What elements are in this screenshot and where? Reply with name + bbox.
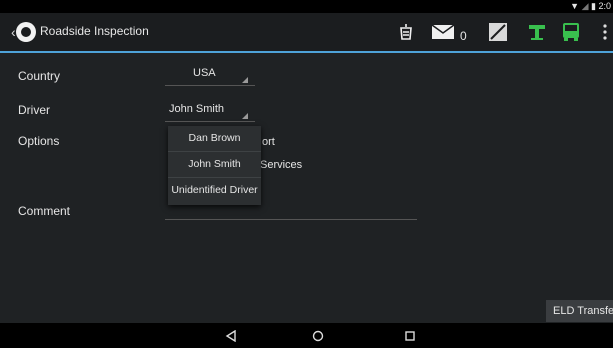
home-circle-icon[interactable] bbox=[306, 323, 330, 348]
driver-spinner[interactable]: John Smith bbox=[165, 99, 255, 122]
dropdown-option[interactable]: Unidentified Driver bbox=[168, 178, 261, 203]
app-bar: ‹ Roadside Inspection 0 bbox=[0, 13, 613, 53]
driver-value: John Smith bbox=[169, 103, 225, 115]
status-bar: ▼ ◢ ▮ 2:0 bbox=[0, 0, 613, 13]
mail-icon[interactable] bbox=[430, 20, 456, 44]
page-title: Roadside Inspection bbox=[40, 24, 149, 38]
recents-square-icon[interactable] bbox=[398, 323, 422, 348]
signal-tower-icon[interactable] bbox=[526, 20, 548, 44]
driver-dropdown-menu: Dan Brown John Smith Unidentified Driver bbox=[168, 126, 261, 205]
bus-icon[interactable] bbox=[560, 20, 582, 44]
options-label: Options bbox=[18, 134, 60, 148]
status-time: 2:0 bbox=[598, 1, 611, 11]
dropdown-arrow-icon bbox=[242, 113, 248, 119]
dropdown-option[interactable]: John Smith bbox=[168, 152, 261, 178]
eld-transfer-button[interactable]: ELD Transfe bbox=[546, 300, 613, 322]
option-1-label[interactable]: ort bbox=[262, 136, 275, 148]
dropdown-arrow-icon bbox=[242, 77, 248, 83]
country-value: USA bbox=[193, 67, 216, 79]
country-label: Country bbox=[18, 69, 61, 83]
navigation-bar bbox=[0, 323, 613, 348]
driver-label: Driver bbox=[18, 103, 50, 117]
dropdown-option[interactable]: Dan Brown bbox=[168, 126, 261, 152]
edit-icon[interactable] bbox=[487, 20, 509, 44]
back-triangle-icon[interactable] bbox=[219, 323, 243, 348]
overflow-menu-icon[interactable] bbox=[600, 20, 610, 44]
battery-icon: ▮ bbox=[591, 1, 596, 11]
wifi-icon: ▼ bbox=[570, 1, 580, 11]
fuel-icon[interactable] bbox=[396, 20, 416, 44]
country-spinner[interactable]: USA bbox=[165, 63, 255, 86]
back-arrow-icon[interactable]: ‹ bbox=[11, 24, 16, 40]
option-2-label[interactable]: Services bbox=[260, 159, 302, 171]
comment-field[interactable] bbox=[165, 219, 417, 220]
status-icons: ▼ ◢ ▮ 2:0 bbox=[570, 1, 611, 12]
message-count: 0 bbox=[460, 29, 467, 43]
signal-icon: ◢ bbox=[581, 1, 589, 11]
app-logo[interactable] bbox=[16, 22, 36, 42]
comment-label: Comment bbox=[18, 204, 71, 218]
